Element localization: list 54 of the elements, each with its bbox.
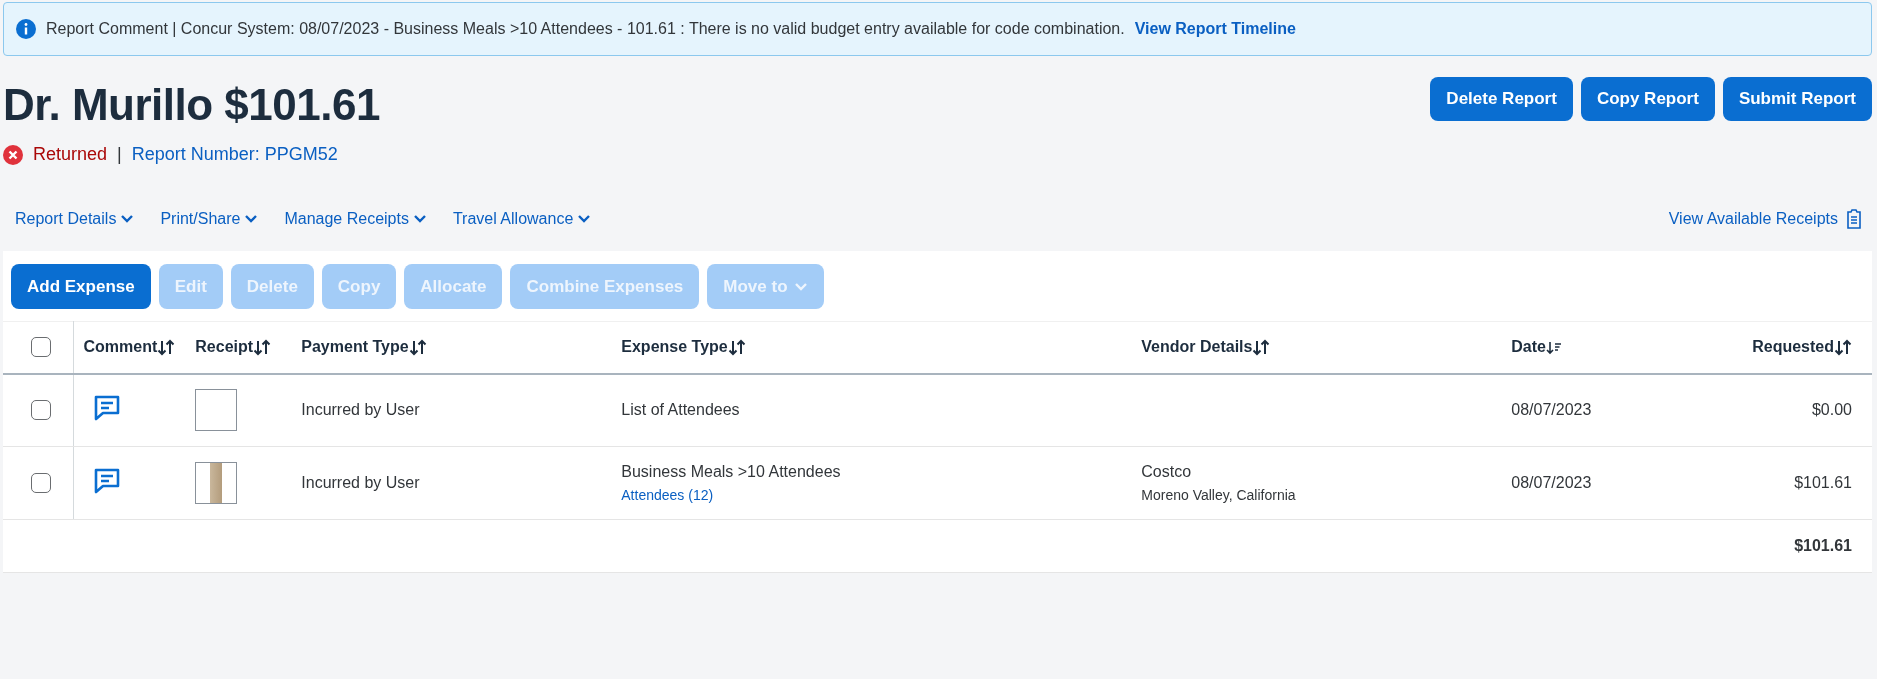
column-header[interactable]: Expense Type bbox=[621, 338, 728, 356]
select-all-checkbox[interactable] bbox=[31, 337, 51, 358]
chevron-down-icon bbox=[793, 281, 808, 292]
sort-icon[interactable] bbox=[1834, 339, 1852, 357]
payment-type: Incurred by User bbox=[301, 474, 420, 491]
column-header[interactable]: Vendor Details bbox=[1141, 338, 1253, 356]
separator-text: | bbox=[117, 144, 122, 165]
chevron-down-icon bbox=[577, 214, 592, 224]
menu-dropdown[interactable]: Report Details bbox=[15, 210, 135, 228]
sort-descending-icon[interactable] bbox=[1545, 340, 1562, 356]
column-header[interactable]: Payment Type bbox=[301, 338, 409, 356]
expense-date: 08/07/2023 bbox=[1511, 474, 1592, 491]
receipt-list-icon bbox=[1846, 209, 1862, 229]
report-title: Dr. Murillo $101.61 bbox=[3, 80, 380, 130]
expense-date: 08/07/2023 bbox=[1511, 401, 1592, 419]
row-checkbox[interactable] bbox=[31, 473, 51, 493]
sort-icon[interactable] bbox=[727, 339, 746, 357]
info-icon bbox=[16, 19, 36, 39]
chevron-down-icon bbox=[412, 214, 427, 224]
expense-type: List of Attendees bbox=[621, 401, 741, 420]
view-report-timeline-link[interactable]: View Report Timeline bbox=[1134, 20, 1296, 38]
banner-message: Report Comment | Concur System: 08/07/2023 - Business Meals >10 Attendees - 101.61 : There is no valid budget entry available for code combination. bbox=[46, 20, 1125, 38]
requested-amount: $101.61 bbox=[1794, 474, 1852, 491]
sort-icon[interactable] bbox=[408, 339, 427, 357]
report-status: Returned bbox=[33, 144, 108, 165]
column-header[interactable]: Date bbox=[1511, 338, 1546, 356]
sort-icon[interactable] bbox=[253, 339, 272, 357]
sort-icon[interactable] bbox=[1252, 339, 1271, 357]
chevron-down-icon bbox=[120, 214, 135, 224]
menu-dropdown[interactable]: Travel Allowance bbox=[452, 210, 592, 228]
toolbar-button[interactable]: Add Expense bbox=[11, 264, 151, 309]
column-header[interactable]: Comment bbox=[83, 338, 158, 356]
attendees-link[interactable]: Attendees (12) bbox=[621, 487, 1122, 503]
expense-type: Business Meals >10 Attendees bbox=[621, 463, 842, 481]
column-header[interactable]: Requested bbox=[1752, 338, 1834, 356]
vendor-location: Moreno Valley, California bbox=[1141, 487, 1297, 503]
column-header[interactable]: Receipt bbox=[195, 338, 254, 356]
receipt-thumbnail[interactable] bbox=[195, 462, 238, 504]
row-checkbox[interactable] bbox=[31, 400, 51, 421]
payment-type: Incurred by User bbox=[301, 401, 420, 419]
report-number: Report Number: PPGM52 bbox=[131, 144, 338, 165]
report-action-button[interactable]: Submit Report bbox=[1722, 77, 1872, 121]
receipt-thumbnail[interactable] bbox=[195, 389, 238, 432]
menu-dropdown[interactable]: Print/Share bbox=[160, 210, 259, 228]
report-action-button[interactable]: Copy Report bbox=[1580, 77, 1715, 121]
menu-dropdown[interactable]: Manage Receipts bbox=[284, 210, 427, 228]
requested-amount: $0.00 bbox=[1811, 401, 1852, 419]
sort-icon[interactable] bbox=[157, 339, 176, 357]
view-available-receipts-link[interactable]: View Available Receipts bbox=[1668, 209, 1862, 229]
vendor-name: Costco bbox=[1141, 463, 1193, 481]
chevron-down-icon bbox=[244, 214, 259, 224]
error-icon bbox=[3, 144, 23, 165]
total-amount: $101.61 bbox=[1794, 536, 1852, 554]
report-action-button[interactable]: Delete Report bbox=[1430, 77, 1573, 121]
